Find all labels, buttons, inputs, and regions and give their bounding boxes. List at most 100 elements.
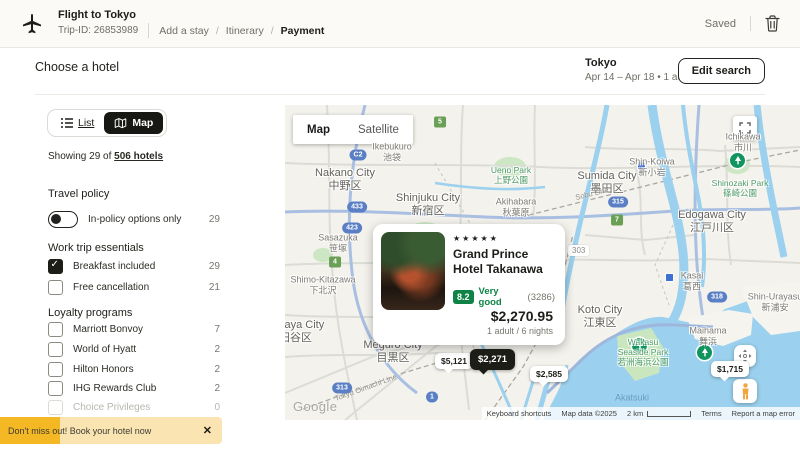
filter-row-ihg: IHG Rewards Club 2: [48, 381, 220, 396]
breadcrumb-itinerary[interactable]: Itinerary: [226, 25, 264, 37]
choice-checkbox: [48, 400, 63, 415]
marriott-checkbox[interactable]: [48, 322, 63, 337]
toggle-knob: [51, 214, 61, 224]
scale-bar: [647, 411, 691, 417]
map-label-wakasu-park: Wakasu Seaside Park若洲海浜公園: [614, 337, 672, 367]
price-marker[interactable]: $5,121: [435, 353, 473, 369]
edit-search-button[interactable]: Edit search: [678, 58, 765, 84]
price-marker-selected[interactable]: $2,271: [470, 349, 515, 370]
map-data-label: Map data ©2025: [556, 407, 622, 420]
free-cancellation-label: Free cancellation: [73, 282, 199, 293]
road-shield: 4: [329, 257, 341, 268]
banner-close-button[interactable]: ✕: [201, 424, 214, 437]
results-link[interactable]: 506 hotels: [114, 151, 163, 162]
price-marker[interactable]: $2,585: [530, 366, 568, 382]
ihg-label: IHG Rewards Club: [73, 383, 204, 394]
breadcrumb-separator: /: [216, 25, 219, 37]
breakfast-count: 29: [209, 261, 220, 272]
scale-label: 2 km: [627, 409, 643, 418]
loyalty-heading: Loyalty programs: [48, 307, 132, 319]
map-label-edogawa: Edogawa City江戸川区: [678, 209, 746, 235]
map-label-ikebukuro: Ikebukuro池袋: [372, 141, 412, 162]
map-label-ichikawa: Ichikawa市川: [725, 131, 760, 152]
terms-link[interactable]: Terms: [696, 407, 726, 420]
road-number-box: 303: [568, 245, 589, 256]
road-shield: C2: [350, 150, 367, 161]
promo-banner-text: Don't miss out! Book your hotel now: [8, 426, 201, 436]
road-shield: 313: [332, 383, 352, 394]
filter-row-breakfast: Breakfast included 29: [48, 259, 220, 274]
map-type-satellite[interactable]: Satellite: [344, 124, 413, 136]
hotel-name: Grand Prince Hotel Takanawa: [453, 247, 555, 277]
map-label-shimo-kitazawa: Shimo-Kitazawa下北沢: [290, 274, 355, 295]
road-shield: 318: [707, 292, 727, 303]
hilton-label: Hilton Honors: [73, 364, 204, 375]
filter-row-free-cancellation: Free cancellation 21: [48, 280, 220, 295]
map-type-map[interactable]: Map: [293, 124, 344, 136]
hilton-count: 2: [214, 364, 220, 375]
map-label-kasai: Kasai葛西: [681, 270, 704, 291]
hyatt-count: 2: [214, 344, 220, 355]
filter-row-hyatt: World of Hyatt 2: [48, 342, 220, 357]
hyatt-checkbox[interactable]: [48, 342, 63, 357]
breadcrumb: Add a stay / Itinerary / Payment: [159, 25, 324, 37]
free-cancellation-checkbox[interactable]: [48, 280, 63, 295]
pegman-icon: [740, 383, 751, 400]
map-icon: [114, 117, 127, 129]
map-label-shinjuku: Shinjuku City新宿区: [396, 192, 460, 218]
map-label-shinozaki-park: Shinozaki Park篠崎公園: [712, 178, 769, 198]
divider: [35, 94, 765, 95]
map-label-setagaya: Setagaya City世田谷区: [285, 319, 324, 345]
street-view-pegman-button[interactable]: [733, 379, 757, 403]
map-attribution: Keyboard shortcuts Map data ©2025 2 km T…: [482, 407, 800, 420]
road-shield: 315: [608, 197, 628, 208]
rating-badge: 8.2: [453, 290, 474, 304]
road-shield: 7: [611, 215, 623, 226]
breadcrumb-add-a-stay[interactable]: Add a stay: [159, 25, 209, 37]
ihg-checkbox[interactable]: [48, 381, 63, 396]
delete-trip-button[interactable]: [765, 15, 780, 32]
rating-label: Very good: [479, 286, 523, 308]
list-view-button[interactable]: List: [51, 112, 104, 134]
hotel-info-card[interactable]: ★★★★★ Grand Prince Hotel Takanawa 8.2 Ve…: [373, 224, 565, 345]
road-shield: 1: [426, 392, 438, 403]
hyatt-label: World of Hyatt: [73, 344, 204, 355]
marriott-label: Marriott Bonvoy: [73, 324, 204, 335]
keyboard-shortcuts-link[interactable]: Keyboard shortcuts: [482, 407, 557, 420]
in-policy-label: In-policy options only: [88, 214, 199, 225]
price-marker[interactable]: $1,715: [711, 361, 749, 377]
hilton-checkbox[interactable]: [48, 362, 63, 377]
travel-policy-heading: Travel policy: [48, 188, 109, 200]
road-shield: 423: [342, 223, 362, 234]
map-type-control: Map Satellite: [293, 115, 413, 144]
report-map-error-link[interactable]: Report a map error: [727, 407, 800, 420]
hotel-stars: ★★★★★: [453, 234, 555, 243]
breakfast-label: Breakfast included: [73, 261, 199, 272]
map-view-label: Map: [132, 117, 153, 129]
divider: [750, 16, 751, 31]
results-prefix: Showing 29 of: [48, 151, 111, 162]
map-label-sasazuka: Sasazuka笹塚: [318, 232, 358, 253]
map-label-akihabara: Akihabara秋葉原: [496, 196, 537, 217]
scale-control: 2 km: [622, 407, 696, 420]
list-icon: [61, 118, 73, 128]
map-canvas[interactable]: Map Satellite Ikebukuro池袋 Nakano City中野区…: [285, 105, 800, 420]
choice-count: 0: [214, 402, 220, 413]
in-policy-toggle[interactable]: [48, 211, 78, 228]
breadcrumb-payment[interactable]: Payment: [281, 25, 325, 37]
map-label-maihama: Maihama舞浜: [689, 325, 726, 346]
marriott-count: 7: [214, 324, 220, 335]
saved-status: Saved: [705, 18, 736, 30]
map-label-koto: Koto City江東区: [578, 304, 623, 330]
results-count: Showing 29 of 506 hotels: [48, 151, 163, 162]
road-shield: 433: [347, 202, 367, 213]
breakfast-checkbox[interactable]: [48, 259, 63, 274]
map-view-button[interactable]: Map: [104, 112, 163, 134]
divider: [148, 23, 149, 38]
breadcrumb-separator: /: [271, 25, 274, 37]
road-shield: 5: [434, 117, 446, 128]
trip-block: Flight to Tokyo Trip-ID: 26853989 Add a …: [58, 9, 324, 38]
filter-row-hilton: Hilton Honors 2: [48, 362, 220, 377]
trip-id: Trip-ID: 26853989: [58, 25, 138, 36]
map-label-akatsuki: Akatsuki: [615, 393, 649, 404]
